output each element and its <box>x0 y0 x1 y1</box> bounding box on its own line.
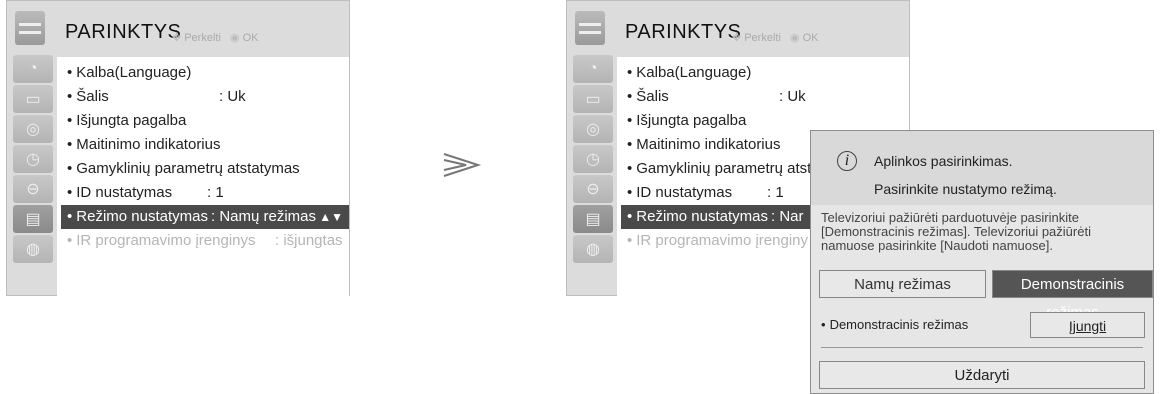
tab-time-icon[interactable]: ◷ <box>13 145 53 173</box>
list-item-disabled: IR programavimo įrenginys: išjungtas <box>67 229 349 253</box>
settings-menu-left: PARINKTYS ✥Perkelti ◉OK ◔ ▭ ◎ ◷ ⊖ ▤ ◍ Ka… <box>6 0 350 297</box>
menu-hint: ✥ Perkelti ◉ OK <box>172 31 258 44</box>
menu-title: PARINKTYS <box>65 21 182 43</box>
list-item[interactable]: Kalba(Language) <box>627 61 909 85</box>
hint-ok: OK <box>242 32 259 44</box>
move-arrows-icon: ✥ <box>172 32 182 44</box>
tab-audio-icon[interactable]: ◎ <box>13 115 53 143</box>
move-arrows-icon: ✥ <box>732 32 742 44</box>
options-menu-icon <box>575 11 605 45</box>
demo-mode-label: Demonstracinis režimas <box>821 317 969 332</box>
enable-button[interactable]: Įjungti <box>1030 312 1145 338</box>
list-item[interactable]: Šalis: Uk <box>67 85 349 109</box>
tab-options-icon[interactable]: ▤ <box>13 205 53 233</box>
info-icon: i <box>837 151 857 171</box>
environment-selection-dialog: i Aplinkos pasirinkimas. Pasirinkite nus… <box>810 130 1154 394</box>
tab-network-icon[interactable]: ◍ <box>573 235 613 263</box>
close-button[interactable]: Uždaryti <box>819 361 1145 389</box>
category-sidebar: ◔ ▭ ◎ ◷ ⊖ ▤ ◍ <box>573 55 613 295</box>
list-item[interactable]: Šalis: Uk <box>627 85 909 109</box>
divider <box>821 347 1143 348</box>
ok-button-icon: ◉ <box>789 32 800 44</box>
options-menu-icon <box>15 11 45 45</box>
dialog-description: Televizoriui pažiūrėti parduotuvėje pasi… <box>821 210 1091 253</box>
category-sidebar: ◔ ▭ ◎ ◷ ⊖ ▤ ◍ <box>13 55 53 295</box>
menu-title: PARINKTYS <box>625 21 742 43</box>
list-item[interactable]: Gamyklinių parametrų atstatymas <box>67 157 349 181</box>
list-item[interactable]: ID nustatymas: 1 <box>67 181 349 205</box>
menu-hint: ✥ Perkelti ◉ OK <box>732 31 818 44</box>
hint-move: Perkelti <box>184 32 221 44</box>
tab-time-icon[interactable]: ◷ <box>573 145 613 173</box>
list-item[interactable]: Išjungta pagalba <box>67 109 349 133</box>
up-down-arrows-icon: ▲▼ <box>319 210 343 224</box>
tab-picture-icon[interactable]: ▭ <box>13 85 53 113</box>
tab-lock-icon[interactable]: ⊖ <box>573 175 613 203</box>
tab-network-icon[interactable]: ◍ <box>13 235 53 263</box>
hint-move: Perkelti <box>744 32 781 44</box>
next-step-arrow-icon <box>443 153 482 177</box>
tab-audio-icon[interactable]: ◎ <box>573 115 613 143</box>
hint-ok: OK <box>802 32 819 44</box>
options-list: Kalba(Language) Šalis: Uk Išjungta pagal… <box>57 57 349 297</box>
home-mode-button[interactable]: Namų režimas <box>819 270 986 298</box>
tab-lock-icon[interactable]: ⊖ <box>13 175 53 203</box>
list-item-selected[interactable]: Režimo nustatymas: Namų režimas▲▼ <box>61 205 349 229</box>
tab-options-icon[interactable]: ▤ <box>573 205 613 233</box>
tab-setup-icon[interactable]: ◔ <box>13 55 53 83</box>
ok-button-icon: ◉ <box>229 32 240 44</box>
demo-mode-button[interactable]: Demonstracinis režimas <box>992 270 1153 321</box>
list-item[interactable]: Maitinimo indikatorius <box>67 133 349 157</box>
dialog-title: Aplinkos pasirinkimas. <box>874 153 1013 169</box>
list-item[interactable]: Kalba(Language) <box>67 61 349 85</box>
tab-picture-icon[interactable]: ▭ <box>573 85 613 113</box>
dialog-subtitle: Pasirinkite nustatymo režimą. <box>874 181 1057 197</box>
tab-setup-icon[interactable]: ◔ <box>573 55 613 83</box>
